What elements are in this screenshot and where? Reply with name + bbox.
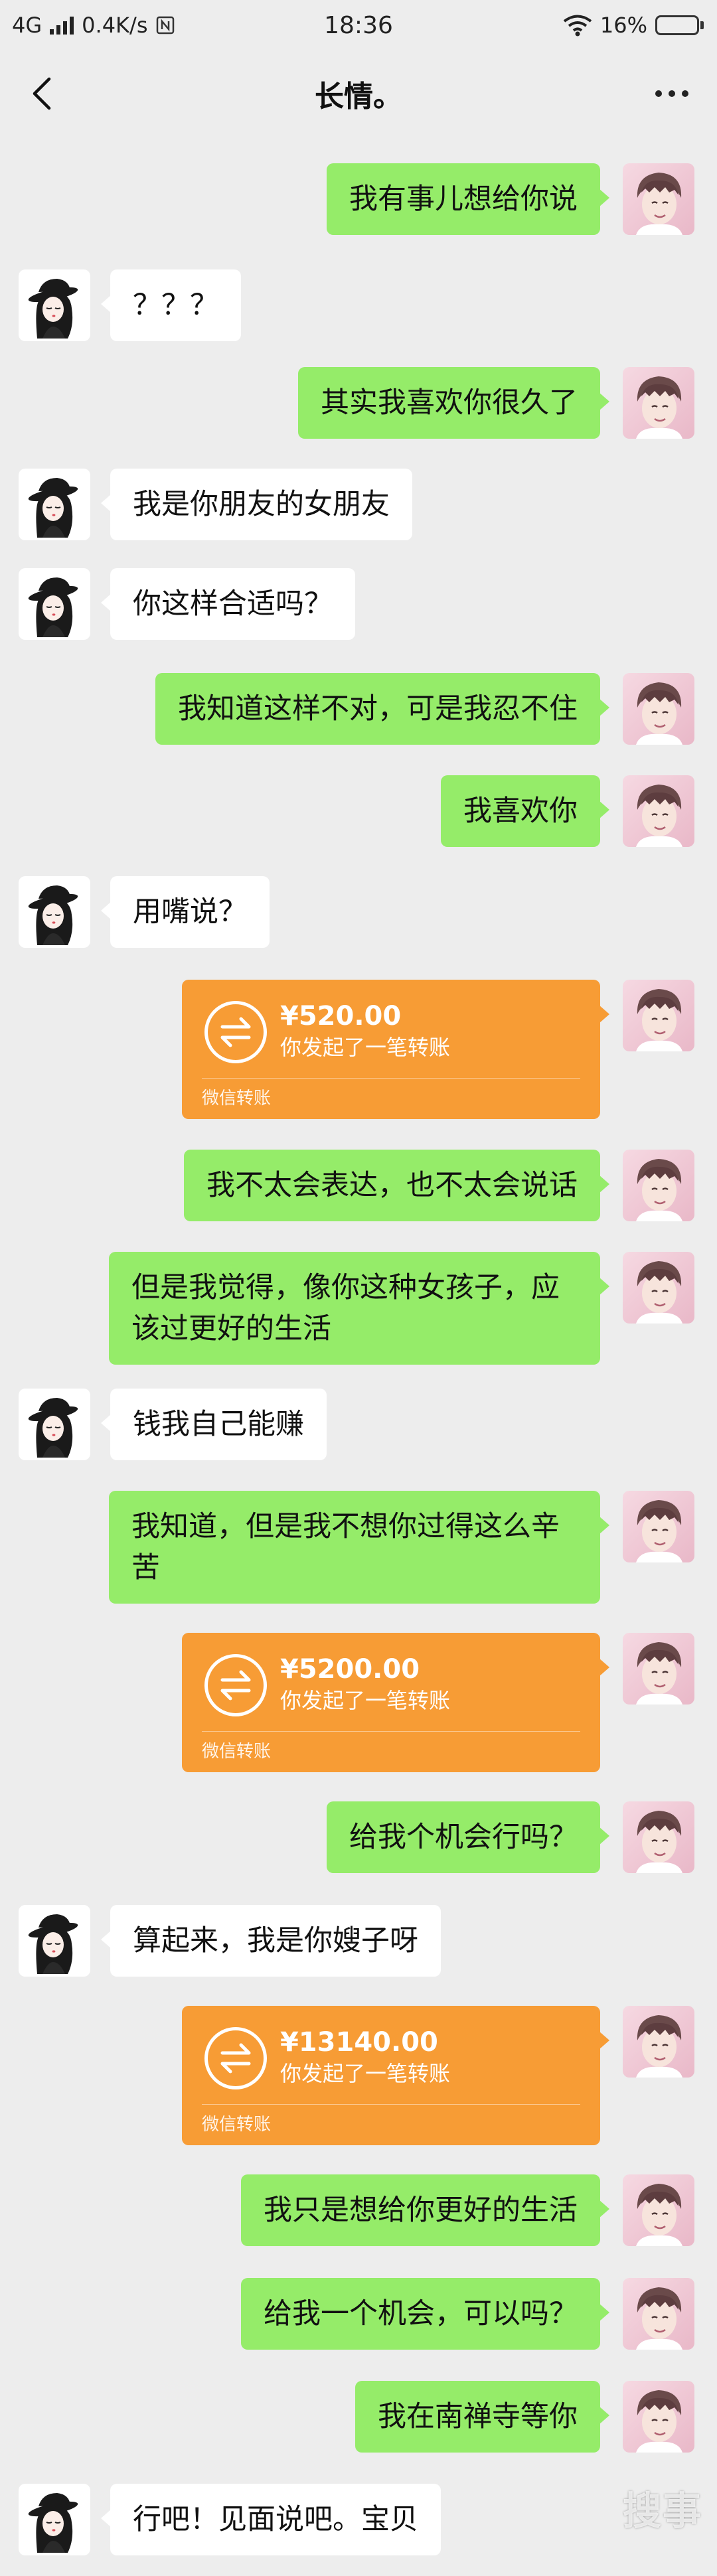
network-type: 4G <box>12 13 42 38</box>
received-message-bubble[interactable]: 钱我自己能赚 <box>101 1389 327 1460</box>
transfer-arrows-icon <box>204 1654 267 1716</box>
contact-avatar[interactable] <box>19 1905 90 1977</box>
contact-avatar[interactable] <box>19 469 90 540</box>
transfer-amount: ¥13140.00 <box>280 2027 438 2058</box>
received-message-bubble[interactable]: 算起来，我是你嫂子呀 <box>101 1905 441 1977</box>
transfer-amount: ¥5200.00 <box>280 1654 420 1685</box>
transfer-divider <box>202 2104 580 2105</box>
transfer-arrows-icon <box>204 1001 267 1063</box>
received-message-bubble[interactable]: 我是你朋友的女朋友 <box>101 469 412 540</box>
received-message-bubble[interactable]: 用嘴说？ <box>101 876 270 948</box>
transfer-footer: 微信转账 <box>202 2115 272 2135</box>
my-avatar[interactable] <box>623 2278 694 2350</box>
chevron-left-icon <box>33 77 51 110</box>
sent-message-bubble[interactable]: 我知道这样不对，可是我忍不住 <box>155 673 609 745</box>
sent-message-bubble[interactable]: 我只是想给你更好的生活 <box>241 2174 609 2246</box>
transfer-card[interactable]: ¥520.00 你发起了一笔转账微信转账 <box>182 980 609 1119</box>
network-speed: 0.4K/s <box>82 13 148 38</box>
my-avatar[interactable] <box>623 1252 694 1324</box>
message-list[interactable]: 我有事儿想给你说 ？？？ 其实我喜欢你很久了我是你朋友的女朋友 你这样合适吗？ 我知道这… <box>0 137 717 2576</box>
transfer-amount: ¥520.00 <box>280 1001 402 1031</box>
my-avatar[interactable] <box>623 163 694 235</box>
transfer-divider <box>202 1731 580 1732</box>
transfer-description: 你发起了一笔转账 <box>280 1688 451 1713</box>
status-right: 16% <box>563 13 704 38</box>
my-avatar[interactable] <box>623 2006 694 2078</box>
sent-message-bubble[interactable]: 我不太会表达，也不太会说话 <box>184 1150 609 1221</box>
more-dot <box>669 90 675 97</box>
my-avatar[interactable] <box>623 1633 694 1705</box>
more-dot <box>655 90 662 97</box>
my-avatar[interactable] <box>623 1491 694 1562</box>
transfer-arrows-icon <box>204 2027 267 2089</box>
received-message-bubble[interactable]: 你这样合适吗？ <box>101 568 355 640</box>
sent-message-bubble[interactable]: 给我个机会行吗？ <box>327 1801 609 1873</box>
status-bar: 4G 0.4K/s 18:36 16% <box>0 0 717 50</box>
watermark-logo: 搜事 <box>622 2488 702 2534</box>
my-avatar[interactable] <box>623 2174 694 2246</box>
received-message-bubble[interactable]: 行吧！见面说吧。宝贝 <box>101 2484 441 2555</box>
more-dot <box>682 90 688 97</box>
my-avatar[interactable] <box>623 367 694 439</box>
sent-message-bubble[interactable]: 我知道，但是我不想你过得这么辛苦 <box>109 1491 609 1604</box>
sent-message-bubble[interactable]: 给我一个机会，可以吗？ <box>241 2278 609 2350</box>
received-message-bubble[interactable]: ？？？ <box>101 269 241 341</box>
transfer-card[interactable]: ¥13140.00 你发起了一笔转账微信转账 <box>182 2006 609 2145</box>
transfer-divider <box>202 1078 580 1079</box>
contact-avatar[interactable] <box>19 876 90 948</box>
transfer-footer: 微信转账 <box>202 1089 272 1108</box>
transfer-description: 你发起了一笔转账 <box>280 1035 451 1060</box>
wifi-icon <box>563 15 592 37</box>
back-button[interactable] <box>19 70 65 117</box>
transfer-card[interactable]: ¥5200.00 你发起了一笔转账微信转账 <box>182 1633 609 1772</box>
sent-message-bubble[interactable]: 我在南禅寺等你 <box>355 2381 609 2453</box>
sent-message-bubble[interactable]: 我喜欢你 <box>441 775 609 847</box>
my-avatar[interactable] <box>623 980 694 1051</box>
my-avatar[interactable] <box>623 775 694 847</box>
contact-avatar[interactable] <box>19 1389 90 1460</box>
battery-icon <box>655 15 704 35</box>
my-avatar[interactable] <box>623 673 694 745</box>
sent-message-bubble[interactable]: 我有事儿想给你说 <box>327 163 609 235</box>
contact-avatar[interactable] <box>19 568 90 640</box>
more-button[interactable] <box>645 70 698 117</box>
battery-percent: 16% <box>599 13 647 38</box>
my-avatar[interactable] <box>623 1150 694 1221</box>
status-left: 4G 0.4K/s <box>12 13 175 38</box>
sent-message-bubble[interactable]: 其实我喜欢你很久了 <box>298 367 609 439</box>
contact-avatar[interactable] <box>19 269 90 341</box>
my-avatar[interactable] <box>623 1801 694 1873</box>
my-avatar[interactable] <box>623 2381 694 2453</box>
sent-message-bubble[interactable]: 但是我觉得，像你这种女孩子，应该过更好的生活 <box>109 1252 609 1365</box>
contact-avatar[interactable] <box>19 2484 90 2555</box>
signal-icon <box>50 16 74 35</box>
chat-title: 长情。 <box>315 80 402 114</box>
chat-header: 长情。 <box>0 50 717 137</box>
transfer-description: 你发起了一笔转账 <box>280 2061 451 2086</box>
nfc-icon <box>157 16 175 35</box>
transfer-footer: 微信转账 <box>202 1742 272 1762</box>
